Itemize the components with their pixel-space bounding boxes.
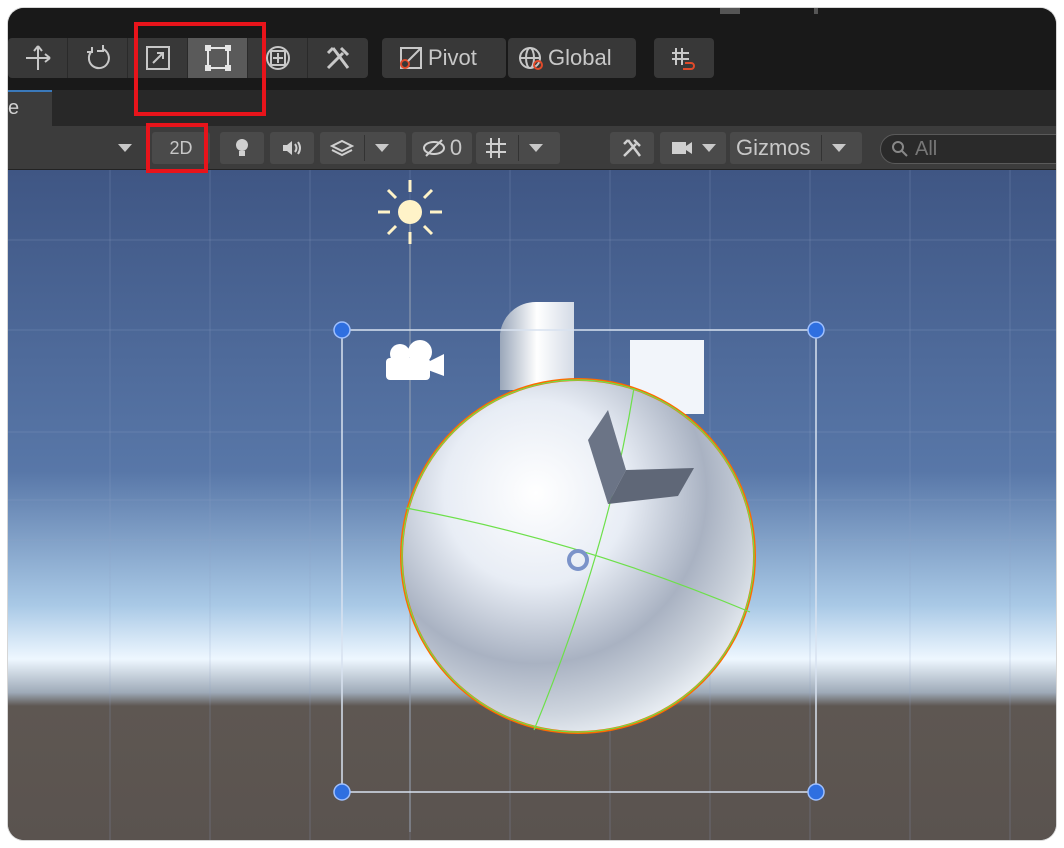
scene-visibility-toggle[interactable]: 0 bbox=[412, 132, 472, 164]
custom-tool-icon bbox=[326, 46, 350, 70]
scene-tab-label: e bbox=[8, 97, 20, 119]
draw-mode-dropdown[interactable] bbox=[112, 132, 138, 164]
lightbulb-icon bbox=[236, 139, 248, 156]
hidden-eye-icon bbox=[422, 139, 445, 157]
toolbar-decoration-icon bbox=[720, 8, 818, 14]
move-tool-button[interactable] bbox=[8, 38, 68, 78]
pivot-toggle[interactable]: Pivot bbox=[382, 38, 506, 78]
gizmos-label: Gizmos bbox=[736, 135, 811, 160]
layers-icon bbox=[330, 139, 354, 157]
sphere-object[interactable] bbox=[400, 378, 756, 734]
scene-search-input[interactable]: All bbox=[880, 134, 1056, 164]
lighting-toggle[interactable] bbox=[220, 132, 264, 164]
rotate-icon bbox=[86, 45, 110, 70]
grid-icon bbox=[486, 138, 506, 158]
search-icon bbox=[892, 141, 908, 157]
chevron-down-icon bbox=[375, 144, 389, 152]
grid-snap-icon bbox=[672, 48, 695, 70]
rotate-tool-button[interactable] bbox=[68, 38, 128, 78]
camera-icon bbox=[672, 142, 692, 154]
chevron-down-icon bbox=[529, 144, 543, 152]
hidden-count: 0 bbox=[449, 135, 463, 160]
tools-button[interactable] bbox=[610, 132, 654, 164]
global-toggle[interactable]: Global bbox=[508, 38, 636, 78]
capsule-object[interactable] bbox=[500, 301, 574, 390]
scene-viewport[interactable] bbox=[8, 170, 1056, 840]
speaker-icon bbox=[283, 141, 301, 155]
2d-mode-highlight bbox=[146, 123, 208, 173]
chevron-down-icon bbox=[831, 144, 846, 152]
gizmos-dropdown[interactable]: Gizmos bbox=[730, 132, 862, 164]
pivot-label: Pivot bbox=[428, 45, 477, 70]
move-icon bbox=[25, 45, 51, 70]
scene-render[interactable] bbox=[8, 170, 1056, 840]
grid-snap-button[interactable] bbox=[654, 38, 714, 78]
chevron-down-icon bbox=[118, 144, 132, 152]
transform-icon bbox=[265, 46, 290, 70]
search-placeholder: All bbox=[915, 137, 938, 160]
global-label: Global bbox=[548, 45, 612, 70]
custom-tool-icon bbox=[623, 139, 641, 157]
unity-editor-window: Pivot Global e 2D 0 Gizmos All bbox=[8, 8, 1056, 840]
camera-dropdown[interactable] bbox=[660, 132, 726, 164]
grid-dropdown[interactable] bbox=[476, 132, 560, 164]
rect-tool-highlight bbox=[134, 22, 266, 116]
audio-toggle[interactable] bbox=[270, 132, 314, 164]
globe-icon bbox=[519, 47, 543, 70]
chevron-down-icon bbox=[702, 144, 716, 152]
scene-tab[interactable]: e bbox=[8, 90, 52, 126]
custom-tool-button[interactable] bbox=[308, 38, 368, 78]
pivot-icon bbox=[400, 47, 422, 69]
effects-dropdown[interactable] bbox=[320, 132, 406, 164]
